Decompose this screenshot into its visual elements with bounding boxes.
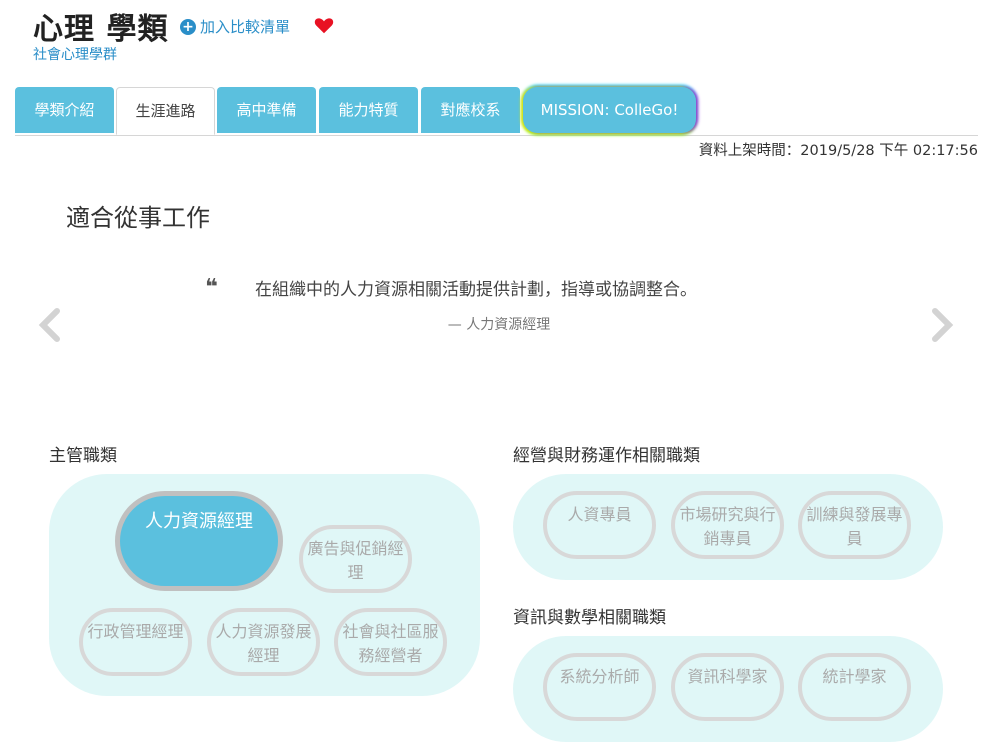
quote-icon: ❝ <box>205 275 218 300</box>
job-market-research-specialist[interactable]: 市場研究與行銷專員 <box>671 491 784 559</box>
add-to-compare-button[interactable]: + 加入比較清單 <box>180 16 290 37</box>
job-systems-analyst[interactable]: 系統分析師 <box>543 653 656 721</box>
add-to-compare-label: 加入比較清單 <box>200 18 291 36</box>
quote-author: — 人力資源經理 <box>447 317 551 333</box>
tab-bar: 學類介紹 生涯進路 高中準備 能力特質 對應校系 MISSION: ColleG… <box>15 87 978 136</box>
tab-career[interactable]: 生涯進路 <box>116 87 215 135</box>
job-hr-development-manager[interactable]: 人力資源發展經理 <box>207 608 320 676</box>
tab-abilities[interactable]: 能力特質 <box>319 87 418 133</box>
job-social-service-manager[interactable]: 社會與社區服務經營者 <box>334 608 447 676</box>
group-label-it: 資訊與數學相關職類 <box>513 608 666 628</box>
job-group-management: 人力資源經理 廣告與促銷經理 行政管理經理 人力資源發展經理 社會與社區服務經營… <box>49 474 480 696</box>
job-group-business: 人資專員 市場研究與行銷專員 訓練與發展專員 <box>513 474 943 580</box>
updated-timestamp: 資料上架時間：2019/5/28 下午 02:17:56 <box>698 143 978 159</box>
tab-mission[interactable]: MISSION: ColleGo! <box>523 87 696 133</box>
heart-icon[interactable] <box>313 14 335 36</box>
chevron-right-icon[interactable] <box>927 305 957 345</box>
tab-schools[interactable]: 對應校系 <box>421 87 520 133</box>
chevron-left-icon[interactable] <box>35 305 65 345</box>
plus-circle-icon: + <box>180 18 196 35</box>
category-link[interactable]: 社會心理學群 <box>33 44 117 64</box>
job-statistician[interactable]: 統計學家 <box>798 653 911 721</box>
job-advertising-manager[interactable]: 廣告與促銷經理 <box>299 525 412 593</box>
group-label-management: 主管職類 <box>49 446 117 466</box>
group-label-business: 經營與財務運作相關職類 <box>513 446 700 466</box>
tab-introduction[interactable]: 學類介紹 <box>15 87 114 133</box>
job-hr-manager[interactable]: 人力資源經理 <box>115 491 283 591</box>
quote-text: 在組織中的人力資源相關活動提供計劃，指導或協調整合。 <box>255 280 697 300</box>
tab-highschool-prep[interactable]: 高中準備 <box>217 87 316 133</box>
job-group-it: 系統分析師 資訊科學家 統計學家 <box>513 636 943 742</box>
page-title: 心理 學類 <box>33 12 169 47</box>
job-admin-manager[interactable]: 行政管理經理 <box>79 608 192 676</box>
job-training-specialist[interactable]: 訓練與發展專員 <box>798 491 911 559</box>
job-hr-specialist[interactable]: 人資專員 <box>543 491 656 559</box>
job-computer-scientist[interactable]: 資訊科學家 <box>671 653 784 721</box>
section-title: 適合從事工作 <box>66 204 210 232</box>
